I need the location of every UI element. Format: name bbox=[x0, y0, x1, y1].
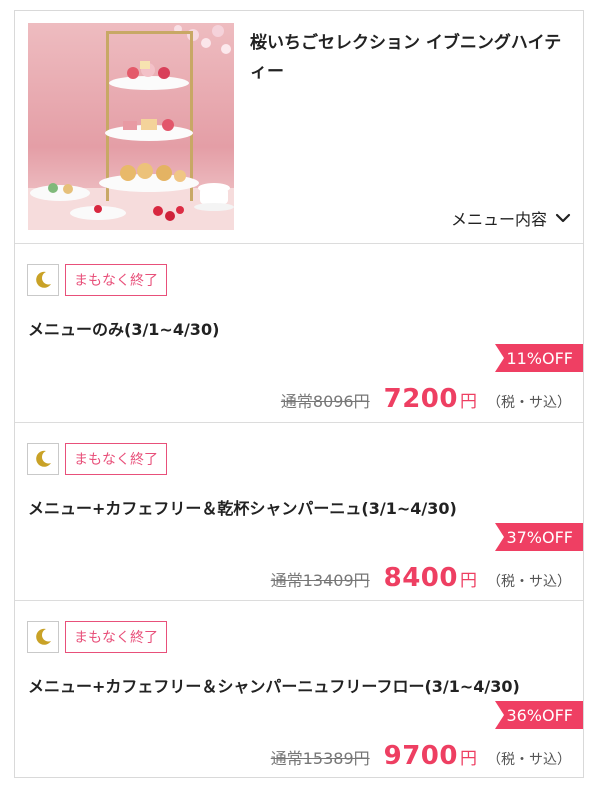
sale-price: 8400 bbox=[383, 563, 458, 593]
product-header: 桜いちごセレクション イブニングハイティー メニュー内容 bbox=[15, 11, 583, 244]
currency-label: 円 bbox=[460, 571, 477, 591]
afternoon-tea-image bbox=[28, 23, 234, 230]
price-row: 通常15389円 9700 円 （税・サ込） bbox=[271, 741, 571, 771]
ending-soon-tag: まもなく終了 bbox=[65, 621, 167, 653]
evening-badge bbox=[27, 443, 59, 475]
plan-item[interactable]: まもなく終了 メニュー+カフェフリー＆乾杯シャンパーニュ(3/1~4/30) 3… bbox=[15, 423, 583, 601]
chevron-down-icon bbox=[555, 213, 571, 223]
plan-item[interactable]: まもなく終了 メニュー+カフェフリー＆シャンパーニュフリーフロー(3/1~4/3… bbox=[15, 601, 583, 777]
evening-badge bbox=[27, 264, 59, 296]
plan-badges: まもなく終了 bbox=[27, 621, 167, 653]
evening-badge bbox=[27, 621, 59, 653]
discount-badge: 11%OFF bbox=[495, 344, 583, 372]
plan-card: 桜いちごセレクション イブニングハイティー メニュー内容 まもなく終了 メニュー… bbox=[14, 10, 584, 778]
tax-note: （税・サ込） bbox=[487, 574, 571, 590]
sale-price: 9700 bbox=[383, 741, 458, 771]
discount-badge: 36%OFF bbox=[495, 701, 583, 729]
plan-badges: まもなく終了 bbox=[27, 443, 167, 475]
discount-badge: 37%OFF bbox=[495, 523, 583, 551]
moon-icon bbox=[36, 271, 51, 288]
sale-price: 7200 bbox=[383, 384, 458, 414]
product-title: 桜いちごセレクション イブニングハイティー bbox=[250, 33, 562, 82]
regular-price: 通常15389円 bbox=[270, 749, 370, 768]
moon-icon bbox=[36, 450, 51, 467]
plan-name: メニュー+カフェフリー＆シャンパーニュフリーフロー(3/1~4/30) bbox=[28, 677, 520, 696]
product-photo bbox=[28, 23, 234, 230]
ending-soon-tag: まもなく終了 bbox=[65, 443, 167, 475]
currency-label: 円 bbox=[460, 392, 477, 412]
currency-label: 円 bbox=[460, 749, 477, 769]
moon-icon bbox=[36, 628, 51, 645]
plan-item[interactable]: まもなく終了 メニューのみ(3/1~4/30) 11%OFF 通常8096円 7… bbox=[15, 244, 583, 423]
menu-details-toggle[interactable]: メニュー内容 bbox=[451, 206, 571, 230]
plan-name: メニュー+カフェフリー＆乾杯シャンパーニュ(3/1~4/30) bbox=[28, 499, 457, 518]
tax-note: （税・サ込） bbox=[487, 395, 571, 411]
plan-name: メニューのみ(3/1~4/30) bbox=[28, 320, 220, 339]
tax-note: （税・サ込） bbox=[487, 752, 571, 768]
menu-details-label: メニュー内容 bbox=[450, 210, 547, 229]
regular-price: 通常8096円 bbox=[280, 392, 370, 411]
regular-price: 通常13409円 bbox=[270, 571, 370, 590]
plan-badges: まもなく終了 bbox=[27, 264, 167, 296]
price-row: 通常13409円 8400 円 （税・サ込） bbox=[271, 563, 571, 593]
price-row: 通常8096円 7200 円 （税・サ込） bbox=[281, 384, 571, 414]
ending-soon-tag: まもなく終了 bbox=[65, 264, 167, 296]
